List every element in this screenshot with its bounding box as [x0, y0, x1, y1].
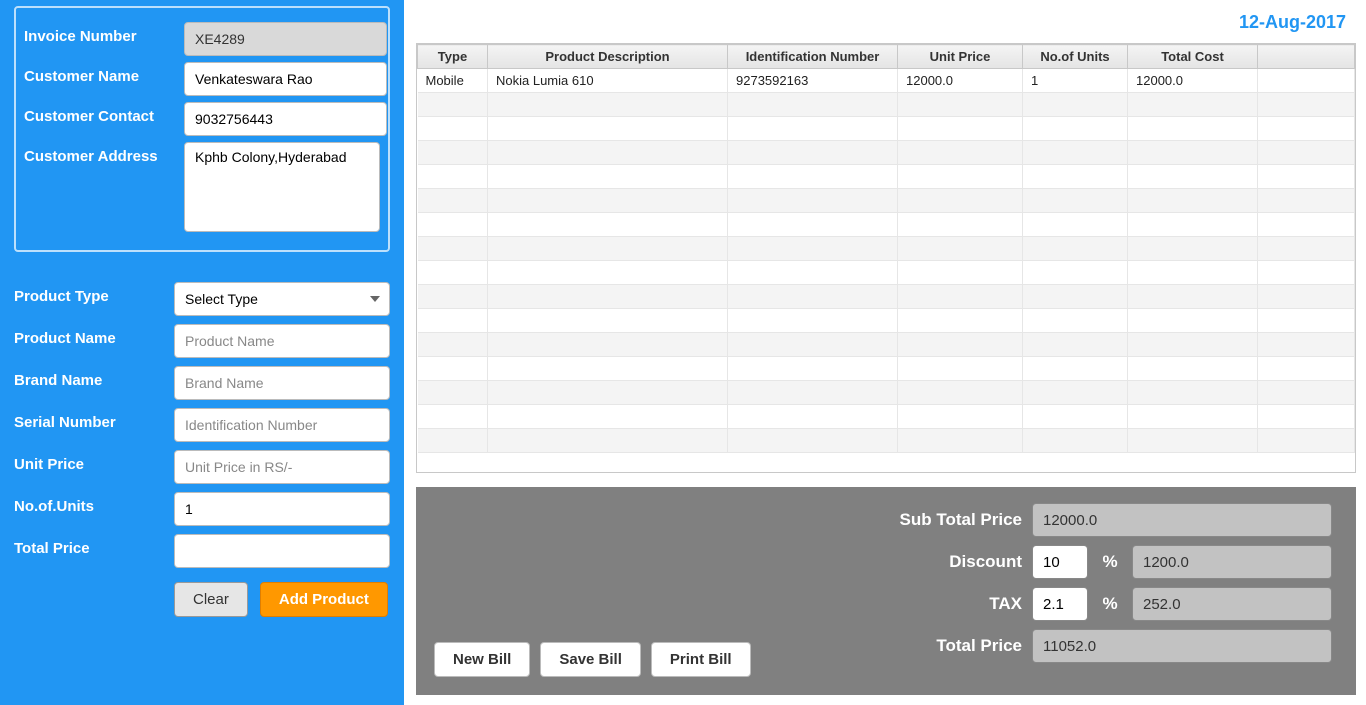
unit-price-input[interactable]: [174, 450, 390, 484]
subtotal-label: Sub Total Price: [900, 510, 1023, 530]
table-row: [418, 141, 1355, 165]
table-row: [418, 237, 1355, 261]
customer-address-label: Customer Address: [24, 142, 174, 165]
product-name-label: Product Name: [14, 324, 164, 347]
tax-amount: [1132, 587, 1332, 621]
discount-amount: [1132, 545, 1332, 579]
invoice-input: [184, 22, 387, 56]
customer-address-input[interactable]: [184, 142, 380, 232]
date-display: 12-Aug-2017: [416, 6, 1356, 43]
main-panel: 12-Aug-2017 Type Product Description Ide…: [404, 0, 1366, 705]
brand-name-label: Brand Name: [14, 366, 164, 389]
table-row[interactable]: MobileNokia Lumia 610927359216312000.011…: [418, 69, 1355, 93]
table-row: [418, 213, 1355, 237]
col-units[interactable]: No.of Units: [1023, 45, 1128, 69]
table-row: [418, 189, 1355, 213]
col-spacer: [1258, 45, 1355, 69]
customer-panel: Invoice Number Customer Name Customer Co…: [14, 6, 390, 252]
table-row: [418, 333, 1355, 357]
col-type[interactable]: Type: [418, 45, 488, 69]
grand-total-value: [1032, 629, 1332, 663]
table-row: [418, 165, 1355, 189]
add-product-button[interactable]: Add Product: [260, 582, 388, 617]
table-row: [418, 261, 1355, 285]
discount-pct-symbol: %: [1098, 552, 1122, 572]
product-type-value[interactable]: [174, 282, 390, 316]
unit-price-label: Unit Price: [14, 450, 164, 473]
clear-button[interactable]: Clear: [174, 582, 248, 617]
tax-pct-symbol: %: [1098, 594, 1122, 614]
customer-contact-input[interactable]: [184, 102, 387, 136]
sidebar: Invoice Number Customer Name Customer Co…: [0, 0, 404, 705]
new-bill-button[interactable]: New Bill: [434, 642, 530, 677]
tax-pct-input[interactable]: [1032, 587, 1088, 621]
table-row: [418, 381, 1355, 405]
units-input[interactable]: [174, 492, 390, 526]
footer-panel: New Bill Save Bill Print Bill Sub Total …: [416, 487, 1356, 695]
product-panel: Product Type Product Name Brand Name Ser…: [14, 282, 390, 617]
subtotal-value: [1032, 503, 1332, 537]
table-row: [418, 405, 1355, 429]
customer-name-label: Customer Name: [24, 62, 174, 85]
total-price-label: Total Price: [14, 534, 164, 557]
total-price-input[interactable]: [174, 534, 390, 568]
product-name-input[interactable]: [174, 324, 390, 358]
invoice-label: Invoice Number: [24, 22, 174, 45]
tax-label: TAX: [900, 594, 1023, 614]
items-table: Type Product Description Identification …: [416, 43, 1356, 473]
col-idnum[interactable]: Identification Number: [728, 45, 898, 69]
col-unitprice[interactable]: Unit Price: [898, 45, 1023, 69]
table-row: [418, 357, 1355, 381]
print-bill-button[interactable]: Print Bill: [651, 642, 751, 677]
col-desc[interactable]: Product Description: [488, 45, 728, 69]
col-total[interactable]: Total Cost: [1128, 45, 1258, 69]
customer-contact-label: Customer Contact: [24, 102, 174, 125]
units-label: No.of.Units: [14, 492, 164, 515]
serial-number-label: Serial Number: [14, 408, 164, 431]
product-type-select[interactable]: [174, 282, 390, 316]
table-row: [418, 93, 1355, 117]
serial-number-input[interactable]: [174, 408, 390, 442]
product-type-label: Product Type: [14, 282, 164, 305]
table-header-row: Type Product Description Identification …: [418, 45, 1355, 69]
table-row: [418, 285, 1355, 309]
table-row: [418, 309, 1355, 333]
brand-name-input[interactable]: [174, 366, 390, 400]
save-bill-button[interactable]: Save Bill: [540, 642, 641, 677]
totals-grid: Sub Total Price Discount % TAX % Total P…: [900, 503, 1333, 663]
grand-total-label: Total Price: [900, 636, 1023, 656]
customer-name-input[interactable]: [184, 62, 387, 96]
discount-label: Discount: [900, 552, 1023, 572]
discount-pct-input[interactable]: [1032, 545, 1088, 579]
table-row: [418, 117, 1355, 141]
table-row: [418, 429, 1355, 453]
